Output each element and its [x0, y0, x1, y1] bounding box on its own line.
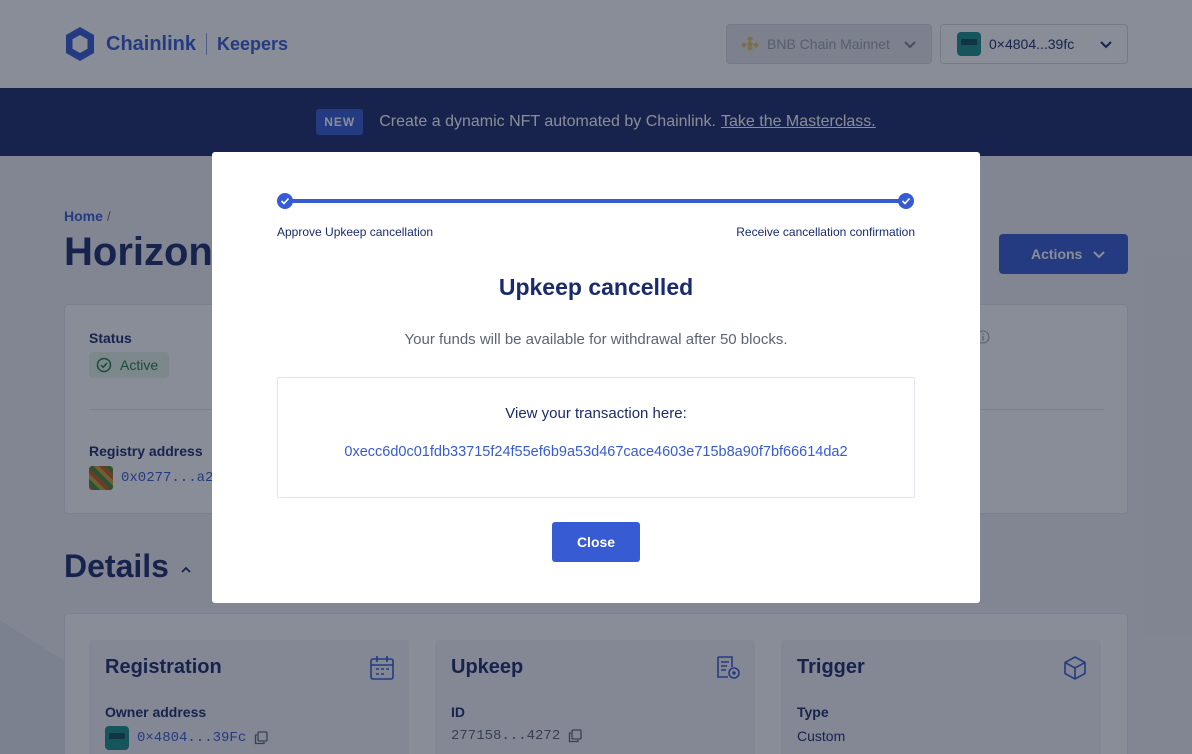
transaction-hash-link[interactable]: 0xecc6d0c01fdb33715f24f55ef6b9a53d467cac…: [278, 444, 914, 460]
transaction-label: View your transaction here:: [505, 405, 687, 422]
step-1-label: Approve Upkeep cancellation: [277, 225, 434, 239]
step-2-label: Receive cancellation confirmation: [736, 225, 915, 239]
progress-stepper: [277, 193, 914, 209]
cancel-upkeep-modal: Approve Upkeep cancellation Receive canc…: [212, 152, 980, 603]
transaction-box: View your transaction here: 0xecc6d0c01f…: [277, 377, 915, 498]
step-2-complete-icon: [898, 193, 914, 209]
modal-title: Upkeep cancelled: [498, 274, 694, 300]
close-button[interactable]: Close: [552, 522, 640, 562]
step-1-complete-icon: [277, 193, 293, 209]
stepper-line: [285, 199, 907, 203]
modal-subtitle: Your funds will be available for withdra…: [404, 331, 788, 348]
